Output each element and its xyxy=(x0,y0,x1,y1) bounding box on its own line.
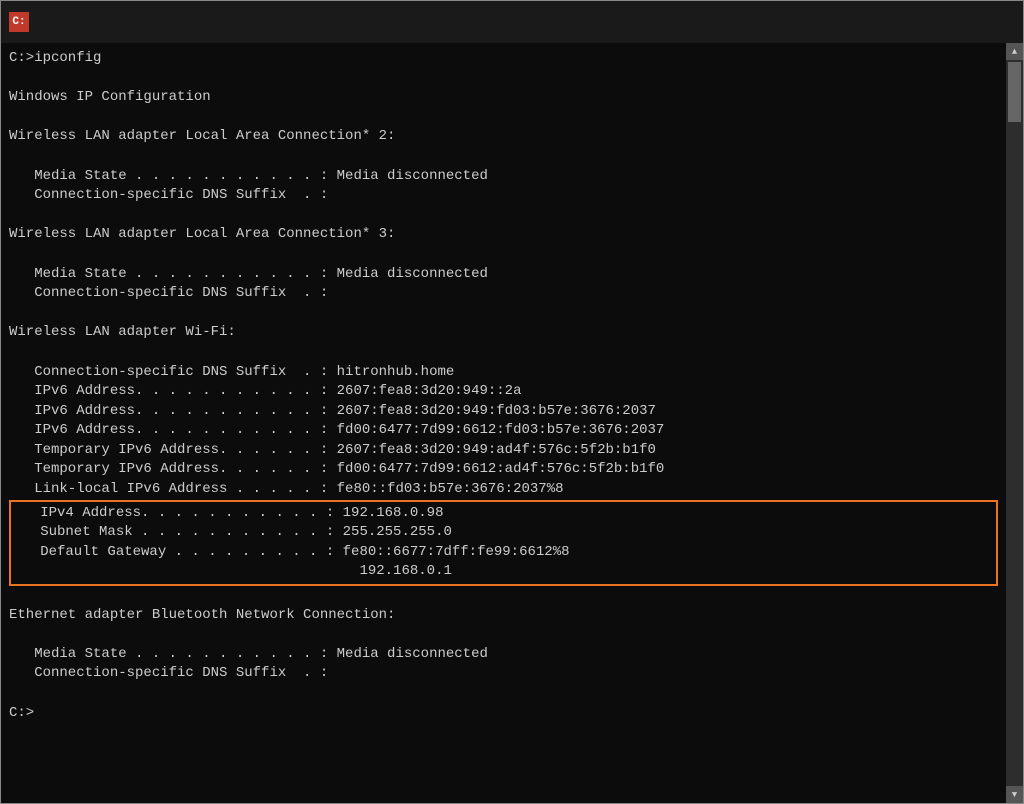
terminal-line xyxy=(9,245,998,265)
terminal-line xyxy=(9,147,998,167)
terminal-line xyxy=(9,304,998,324)
scroll-up-arrow[interactable]: ▲ xyxy=(1006,43,1023,60)
title-bar-left: C: xyxy=(9,12,37,32)
scrollbar-track[interactable] xyxy=(1006,60,1023,786)
app-icon: C: xyxy=(9,12,29,32)
terminal-line xyxy=(9,69,998,89)
terminal-line: Media State . . . . . . . . . . . : Medi… xyxy=(9,167,998,187)
terminal-line: Temporary IPv6 Address. . . . . . : 2607… xyxy=(9,441,998,461)
terminal-line: 192.168.0.1 xyxy=(15,562,992,582)
maximize-button[interactable] xyxy=(919,7,965,37)
terminal-line: Default Gateway . . . . . . . . . : fe80… xyxy=(15,543,992,563)
scroll-down-arrow[interactable]: ▼ xyxy=(1006,786,1023,803)
terminal-line: Wireless LAN adapter Wi-Fi: xyxy=(9,323,998,343)
terminal-line: Connection-specific DNS Suffix . : xyxy=(9,664,998,684)
terminal-line xyxy=(9,343,998,363)
terminal-line: Ethernet adapter Bluetooth Network Conne… xyxy=(9,606,998,626)
terminal-line xyxy=(9,586,998,606)
terminal-line: Connection-specific DNS Suffix . : hitro… xyxy=(9,363,998,383)
minimize-button[interactable] xyxy=(869,7,915,37)
terminal-line: Media State . . . . . . . . . . . : Medi… xyxy=(9,265,998,285)
terminal-line: Connection-specific DNS Suffix . : xyxy=(9,186,998,206)
terminal-line: Media State . . . . . . . . . . . : Medi… xyxy=(9,645,998,665)
terminal-line: IPv6 Address. . . . . . . . . . . : 2607… xyxy=(9,382,998,402)
terminal-output[interactable]: C:>ipconfig Windows IP Configuration Wir… xyxy=(1,43,1006,803)
scrollbar[interactable]: ▲ ▼ xyxy=(1006,43,1023,803)
terminal-line: IPv4 Address. . . . . . . . . . . : 192.… xyxy=(15,504,992,524)
terminal-line: IPv6 Address. . . . . . . . . . . : 2607… xyxy=(9,402,998,422)
content-area: C:>ipconfig Windows IP Configuration Wir… xyxy=(1,43,1023,803)
terminal-line: C:> xyxy=(9,704,998,724)
close-button[interactable] xyxy=(969,7,1015,37)
window-controls xyxy=(869,7,1015,37)
terminal-line: Connection-specific DNS Suffix . : xyxy=(9,284,998,304)
scrollbar-thumb[interactable] xyxy=(1008,62,1021,122)
terminal-line: C:>ipconfig xyxy=(9,49,998,69)
terminal-line: Wireless LAN adapter Local Area Connecti… xyxy=(9,225,998,245)
title-bar: C: xyxy=(1,1,1023,43)
terminal-line: Subnet Mask . . . . . . . . . . . : 255.… xyxy=(15,523,992,543)
terminal-line: IPv6 Address. . . . . . . . . . . : fd00… xyxy=(9,421,998,441)
terminal-line xyxy=(9,684,998,704)
terminal-line xyxy=(9,108,998,128)
command-prompt-window: C: C:>ipconfig Windows IP Configuration … xyxy=(0,0,1024,804)
terminal-line: Wireless LAN adapter Local Area Connecti… xyxy=(9,127,998,147)
terminal-line: Temporary IPv6 Address. . . . . . : fd00… xyxy=(9,460,998,480)
terminal-line xyxy=(9,206,998,226)
terminal-line xyxy=(9,625,998,645)
terminal-line: Windows IP Configuration xyxy=(9,88,998,108)
terminal-line: Link-local IPv6 Address . . . . . : fe80… xyxy=(9,480,998,500)
